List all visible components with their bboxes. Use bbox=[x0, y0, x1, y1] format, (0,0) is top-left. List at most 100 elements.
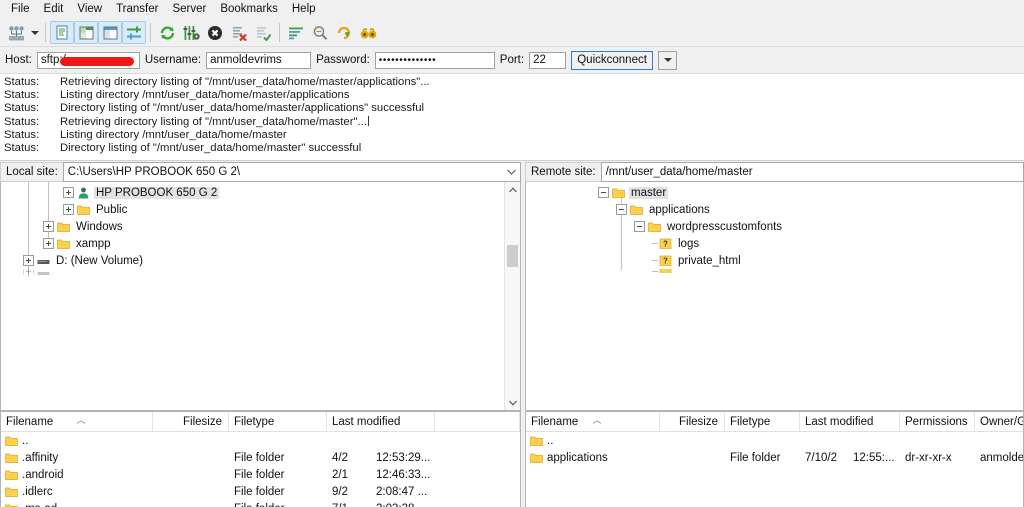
message-log[interactable]: Status: Retrieving directory listing of … bbox=[0, 74, 1024, 161]
toggle-local-tree-icon[interactable] bbox=[74, 21, 98, 44]
table-row[interactable]: .ms-ad File folder 7/1 2:03:38 ... bbox=[1, 500, 520, 507]
toolbar-separator-3 bbox=[279, 23, 280, 42]
remote-tree-item[interactable]: wordpresscustomfonts bbox=[526, 218, 1023, 235]
expand-toggle-icon[interactable] bbox=[43, 238, 54, 249]
column-header-owner-group[interactable]: Owner/Group bbox=[975, 412, 1023, 431]
cell-filename-text: .affinity bbox=[22, 451, 59, 464]
toolbar-separator-1 bbox=[45, 23, 46, 42]
filter-icon[interactable] bbox=[284, 21, 308, 44]
find-files-icon[interactable] bbox=[356, 21, 380, 44]
cell-filename-text: .idlerc bbox=[22, 485, 53, 498]
local-tree-item[interactable]: Windows bbox=[1, 218, 504, 235]
menu-item-file[interactable]: File bbox=[4, 0, 37, 18]
column-header-label: Filesize bbox=[679, 415, 718, 428]
compare-directories-icon[interactable] bbox=[308, 21, 332, 44]
log-entry-message: Listing directory /mnt/user_data/home/ma… bbox=[60, 128, 287, 141]
collapse-toggle-icon[interactable] bbox=[634, 221, 645, 232]
scroll-down-icon[interactable] bbox=[505, 395, 520, 410]
refresh-icon[interactable] bbox=[155, 21, 179, 44]
chevron-down-icon[interactable] bbox=[507, 163, 516, 181]
local-tree-item-partial[interactable] bbox=[1, 269, 504, 275]
synchronized-browsing-icon[interactable] bbox=[332, 21, 356, 44]
menu-item-transfer[interactable]: Transfer bbox=[109, 0, 165, 18]
log-entry-key: Status: bbox=[4, 102, 40, 115]
scroll-up-icon[interactable] bbox=[505, 182, 520, 197]
site-manager-dropdown-icon[interactable] bbox=[28, 21, 41, 44]
reconnect-icon[interactable] bbox=[251, 21, 275, 44]
toggle-transfer-queue-icon[interactable] bbox=[122, 21, 146, 44]
menu-item-help[interactable]: Help bbox=[285, 0, 323, 18]
toggle-remote-tree-icon[interactable] bbox=[98, 21, 122, 44]
cancel-operation-icon[interactable] bbox=[203, 21, 227, 44]
collapse-toggle-icon[interactable] bbox=[616, 204, 627, 215]
menu-item-server[interactable]: Server bbox=[165, 0, 213, 18]
local-tree-item[interactable]: xampp bbox=[1, 235, 504, 252]
column-header-filetype[interactable]: Filetype bbox=[229, 412, 327, 431]
table-row[interactable]: .. bbox=[526, 432, 1023, 449]
cell-filename-text: .. bbox=[22, 434, 29, 447]
remote-tree-item[interactable]: ? logs bbox=[526, 235, 1023, 252]
cell-filename: .. bbox=[526, 435, 660, 447]
cell-filename-text: .android bbox=[22, 468, 64, 481]
local-tree-item[interactable]: HP PROBOOK 650 G 2 bbox=[1, 184, 504, 201]
cell-filename-text: applications bbox=[547, 451, 608, 464]
expand-toggle-icon[interactable] bbox=[63, 187, 74, 198]
quickconnect-dropdown-button[interactable] bbox=[658, 50, 678, 70]
table-row[interactable]: .idlerc File folder 9/2 2:08:47 ... bbox=[1, 483, 520, 500]
column-header-filesize[interactable]: Filesize bbox=[660, 412, 725, 431]
toolbar-separator-2 bbox=[150, 23, 151, 42]
table-row[interactable]: .android File folder 2/1 12:46:33... bbox=[1, 466, 520, 483]
remote-file-list-body[interactable]: .. applications File folder 7/10/2 12:55… bbox=[526, 432, 1023, 507]
expand-toggle-icon[interactable] bbox=[23, 255, 34, 266]
menu-item-edit[interactable]: Edit bbox=[37, 0, 71, 18]
local-tree-scrollbar[interactable] bbox=[504, 182, 520, 410]
process-queue-icon[interactable] bbox=[179, 21, 203, 44]
expand-toggle-icon[interactable] bbox=[63, 204, 74, 215]
cell-last-modified-time: 2:03:38 ... bbox=[371, 503, 435, 507]
expand-toggle-icon[interactable] bbox=[43, 221, 54, 232]
remote-tree-item[interactable]: ? private_html bbox=[526, 252, 1023, 269]
local-tree-scroll-track[interactable] bbox=[505, 197, 520, 395]
local-tree-item[interactable]: D: (New Volume) bbox=[1, 252, 504, 269]
host-input[interactable]: sftp:/ bbox=[36, 51, 140, 69]
table-row[interactable]: .. bbox=[1, 432, 520, 449]
remote-tree-item-partial[interactable] bbox=[526, 269, 1023, 273]
column-header-last-modified[interactable]: Last modified bbox=[800, 412, 900, 431]
remote-tree-item-label: private_html bbox=[678, 254, 741, 267]
column-header-permissions[interactable]: Permissions bbox=[900, 412, 975, 431]
remote-tree-item[interactable]: master bbox=[526, 184, 1023, 201]
remote-tree-item[interactable]: applications bbox=[526, 201, 1023, 218]
collapse-toggle-icon[interactable] bbox=[598, 187, 609, 198]
toggle-message-log-icon[interactable] bbox=[50, 21, 74, 44]
remote-file-list[interactable]: Filename ︿ Filesize Filetype Last modifi… bbox=[525, 411, 1024, 507]
column-header-filename[interactable]: Filename ︿ bbox=[1, 412, 153, 431]
expand-toggle-icon[interactable] bbox=[23, 269, 34, 275]
password-input[interactable]: •••••••••••••• bbox=[374, 51, 495, 69]
column-header-filetype[interactable]: Filetype bbox=[725, 412, 800, 431]
local-tree-item[interactable]: Public bbox=[1, 201, 504, 218]
local-tree-scroll-thumb[interactable] bbox=[507, 245, 518, 267]
table-row[interactable]: applications File folder 7/10/2 12:55:..… bbox=[526, 449, 1023, 466]
directory-tree-panes: Local site: C:\Users\HP PROBOOK 650 G 2\ bbox=[0, 161, 1024, 411]
disconnect-icon[interactable] bbox=[227, 21, 251, 44]
column-header-spacer[interactable] bbox=[435, 412, 520, 431]
quickconnect-button[interactable]: Quickconnect bbox=[571, 50, 654, 70]
port-input[interactable]: 22 bbox=[529, 51, 567, 69]
table-row[interactable]: .affinity File folder 4/2 12:53:29... bbox=[1, 449, 520, 466]
local-site-path-combo[interactable]: C:\Users\HP PROBOOK 650 G 2\ bbox=[62, 162, 521, 182]
cell-filetype: File folder bbox=[730, 451, 781, 464]
cell-last-modified-time: 12:55:... bbox=[853, 451, 895, 464]
column-header-last-modified[interactable]: Last modified bbox=[327, 412, 435, 431]
local-directory-tree[interactable]: HP PROBOOK 650 G 2 Public Windows xampp … bbox=[0, 182, 521, 411]
local-file-list[interactable]: Filename ︿ Filesize Filetype Last modifi… bbox=[0, 411, 521, 507]
column-header-filename[interactable]: Filename ︿ bbox=[526, 412, 660, 431]
remote-directory-tree[interactable]: master applications wordpresscustomfonts… bbox=[525, 182, 1024, 411]
site-manager-icon[interactable] bbox=[4, 21, 28, 44]
menu-item-view[interactable]: View bbox=[70, 0, 109, 18]
column-header-label: Owner/Group bbox=[980, 415, 1023, 428]
local-file-list-body[interactable]: .. .affinity File folder 4/2 12:53:29...… bbox=[1, 432, 520, 507]
column-header-filesize[interactable]: Filesize bbox=[153, 412, 229, 431]
username-input[interactable]: anmoldevrims bbox=[206, 51, 312, 69]
menu-item-bookmarks[interactable]: Bookmarks bbox=[213, 0, 285, 18]
remote-site-path-combo[interactable]: /mnt/user_data/home/master bbox=[600, 162, 1024, 182]
